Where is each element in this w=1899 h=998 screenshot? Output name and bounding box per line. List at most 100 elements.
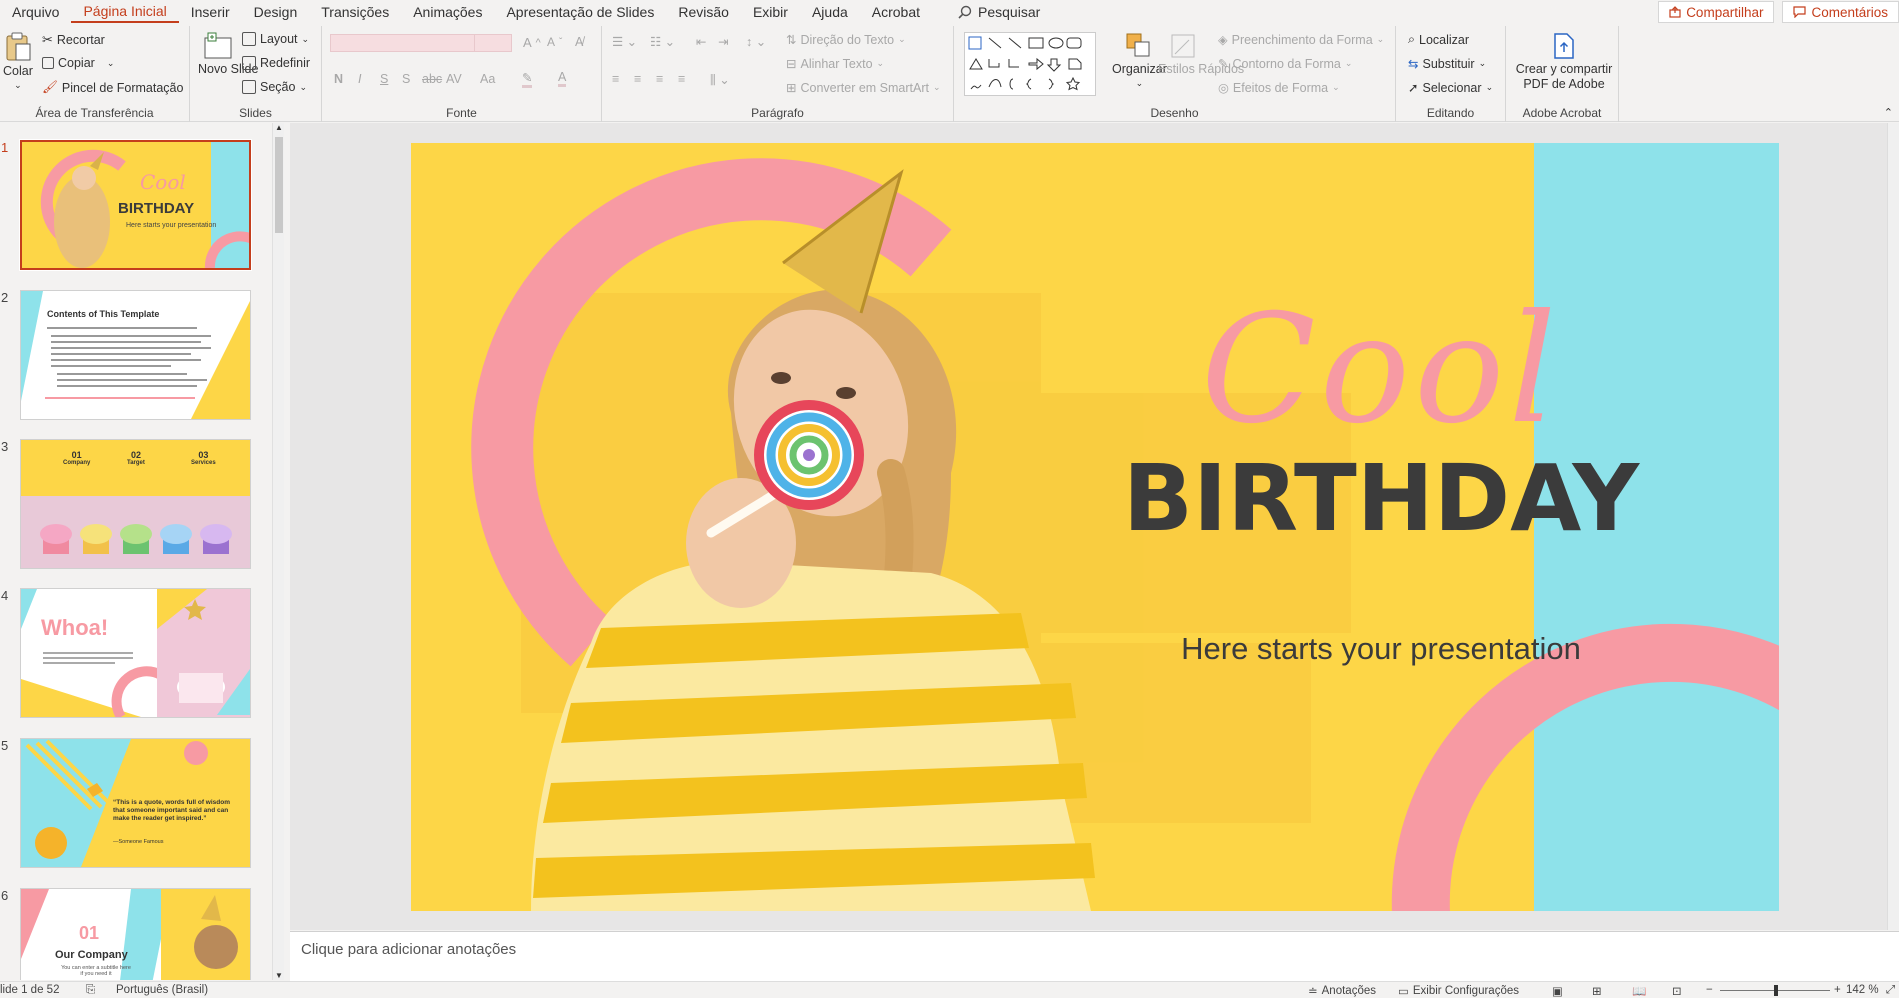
find-button[interactable]: ⌕ Localizar [1408, 32, 1469, 47]
format-painter-button[interactable]: 🖌 Pincel de Formatação [42, 80, 183, 95]
thumbnail-slide-3[interactable]: 01 Company 02 Target 03 Services [20, 439, 251, 569]
text-direction-button[interactable]: ⇅ Direção do Texto ⌄ [786, 32, 906, 48]
quick-styles-button[interactable]: Estilos Rápidos [1158, 32, 1244, 77]
columns-icon[interactable]: ⫼ ⌄ [710, 72, 730, 88]
clear-format-icon[interactable]: A̸ [575, 35, 583, 49]
notes-placeholder[interactable]: Clique para adicionar anotações [301, 941, 516, 958]
normal-view-icon[interactable]: ▣ [1552, 984, 1563, 998]
shape-fill-label: Preenchimento da Forma [1231, 32, 1373, 47]
shapes-gallery[interactable] [964, 32, 1096, 96]
menu-apresentacao[interactable]: Apresentação de Slides [494, 0, 666, 24]
font-group-label: Fonte [446, 106, 477, 120]
zoom-level[interactable]: 142 % [1846, 984, 1879, 996]
search-box[interactable]: Pesquisar [946, 0, 1052, 24]
share-button[interactable]: Compartilhar [1658, 1, 1775, 23]
numbering-icon[interactable]: ☷ ⌄ [650, 34, 675, 49]
smartart-label: Converter em SmartArt [800, 80, 929, 95]
slideshow-icon[interactable]: ⊡ [1672, 984, 1682, 998]
increase-indent-icon[interactable]: ⇥ [718, 34, 728, 49]
section-button[interactable]: Seção ⌄ [242, 80, 307, 94]
acrobat-group: Crear y compartir PDF de Adobe Adobe Acr… [1506, 26, 1619, 122]
shape-outline-label: Contorno da Forma [1232, 56, 1341, 71]
canvas-scrollbar[interactable] [1887, 123, 1899, 930]
zoom-out-icon[interactable]: − [1706, 984, 1713, 996]
create-pdf-button[interactable]: Crear y compartir PDF de Adobe [1514, 32, 1614, 92]
shape-fill-button[interactable]: ◈ Preenchimento da Forma ⌄ [1218, 32, 1384, 48]
thumbnail-slide-6[interactable]: 01 Our Company You can enter a subtitle … [20, 888, 251, 980]
line-spacing-icon[interactable]: ↕ ⌄ [746, 34, 766, 49]
thumbnail-slide-5[interactable]: “This is a quote, words full of wisdom t… [20, 738, 251, 868]
fit-slide-icon[interactable]: ⤢ [1886, 984, 1895, 997]
font-size-select[interactable] [474, 34, 512, 52]
scroll-down-icon[interactable]: ▼ [275, 971, 283, 980]
decrease-indent-icon[interactable]: ⇤ [696, 34, 706, 49]
slide-editor-canvas[interactable]: Cool BIRTHDAY Here starts your presentat… [290, 123, 1899, 930]
font-name-select[interactable] [330, 34, 475, 52]
collapse-ribbon-icon[interactable]: ⌃ [1884, 106, 1893, 119]
zoom-slider-thumb[interactable] [1774, 985, 1778, 996]
menu-inserir[interactable]: Inserir [179, 0, 242, 24]
menu-arquivo[interactable]: Arquivo [0, 0, 71, 24]
thumbnail-scrollbar[interactable]: ▲ ▼ [272, 123, 284, 980]
menu-transicoes[interactable]: Transições [309, 0, 401, 24]
font-color-icon[interactable]: A [558, 70, 567, 87]
cut-button[interactable]: ✂ Recortar [42, 32, 105, 48]
spacing-button[interactable]: AV [446, 72, 462, 86]
thumbnail-3-col-3: 03 Services [191, 450, 216, 466]
align-text-button[interactable]: ⊟ Alinhar Texto ⌄ [786, 56, 884, 72]
reading-view-icon[interactable]: 📖 [1632, 984, 1646, 998]
reset-button[interactable]: Redefinir [242, 56, 310, 70]
scroll-up-icon[interactable]: ▲ [275, 123, 283, 132]
display-settings-button[interactable]: ▭ Exibir Configurações [1398, 984, 1519, 998]
slide-sorter-icon[interactable]: ⊞ [1592, 984, 1602, 998]
smartart-button[interactable]: ⊞ Converter em SmartArt ⌄ [786, 80, 941, 96]
current-slide[interactable]: Cool BIRTHDAY Here starts your presentat… [411, 143, 1779, 911]
notes-toggle-button[interactable]: ≐ Anotações [1308, 984, 1376, 998]
scrollbar-thumb[interactable] [275, 137, 283, 233]
menu-acrobat[interactable]: Acrobat [860, 0, 932, 24]
slide-thumbnail-panel: 1 Cool BIRTHDAY Here starts your present… [0, 123, 288, 980]
spellcheck-icon[interactable]: ⎘ [86, 984, 95, 997]
notes-pane[interactable]: Clique para adicionar anotações [290, 931, 1899, 981]
thumbnail-2-title: Contents of This Template [47, 309, 160, 319]
select-button[interactable]: ➚ Selecionar ⌄ [1408, 80, 1493, 96]
new-slide-label: Novo Slide [198, 62, 259, 76]
bold-button[interactable]: N [334, 72, 343, 86]
justify-icon[interactable]: ≡ [678, 72, 685, 86]
zoom-in-icon[interactable]: + [1834, 984, 1841, 996]
shadow-button[interactable]: S [402, 72, 410, 86]
grow-font-button[interactable]: A ^ [523, 35, 541, 50]
menu-animacoes[interactable]: Animações [401, 0, 494, 24]
new-slide-button[interactable]: Novo Slide [198, 32, 259, 77]
align-left-icon[interactable]: ≡ [612, 72, 619, 86]
menu-pagina-inicial[interactable]: Página Inicial [71, 1, 179, 23]
menu-ajuda[interactable]: Ajuda [800, 0, 860, 24]
align-center-icon[interactable]: ≡ [634, 72, 641, 86]
underline-button[interactable]: S [380, 72, 388, 86]
thumbnail-slide-4[interactable]: Whoa! [20, 588, 251, 718]
layout-icon [242, 32, 256, 46]
shrink-font-button[interactable]: Aˇ [547, 35, 562, 49]
replace-button[interactable]: ⇆ Substituir ⌄ [1408, 56, 1486, 72]
thumbnail-slide-2[interactable]: Contents of This Template [20, 290, 251, 420]
slide-title[interactable]: BIRTHDAY [1051, 449, 1711, 549]
slide-subtitle[interactable]: Here starts your presentation [1051, 631, 1711, 667]
copy-button[interactable]: Copiar ⌄ [42, 56, 114, 70]
shape-effects-button[interactable]: ◎ Efeitos de Forma ⌄ [1218, 80, 1340, 96]
highlight-icon[interactable]: ✎ [522, 70, 533, 88]
menu-revisao[interactable]: Revisão [666, 0, 741, 24]
italic-button[interactable]: I [358, 72, 361, 86]
menu-design[interactable]: Design [242, 0, 310, 24]
menu-exibir[interactable]: Exibir [741, 0, 800, 24]
shape-outline-button[interactable]: ✎ Contorno da Forma ⌄ [1218, 56, 1352, 72]
thumbnail-slide-1[interactable]: Cool BIRTHDAY Here starts your presentat… [19, 139, 252, 271]
bullets-icon[interactable]: ☰ ⌄ [612, 34, 637, 49]
align-right-icon[interactable]: ≡ [656, 72, 663, 86]
strikethrough-button[interactable]: abc [422, 72, 442, 86]
layout-button[interactable]: Layout ⌄ [242, 32, 309, 46]
comments-button[interactable]: Comentários [1782, 1, 1899, 23]
slide-title-script[interactable]: Cool [1201, 295, 1761, 445]
case-button[interactable]: Aa [480, 72, 495, 86]
language-status[interactable]: Português (Brasil) [116, 984, 208, 996]
paste-button[interactable]: Colar ⌄ [3, 32, 33, 91]
